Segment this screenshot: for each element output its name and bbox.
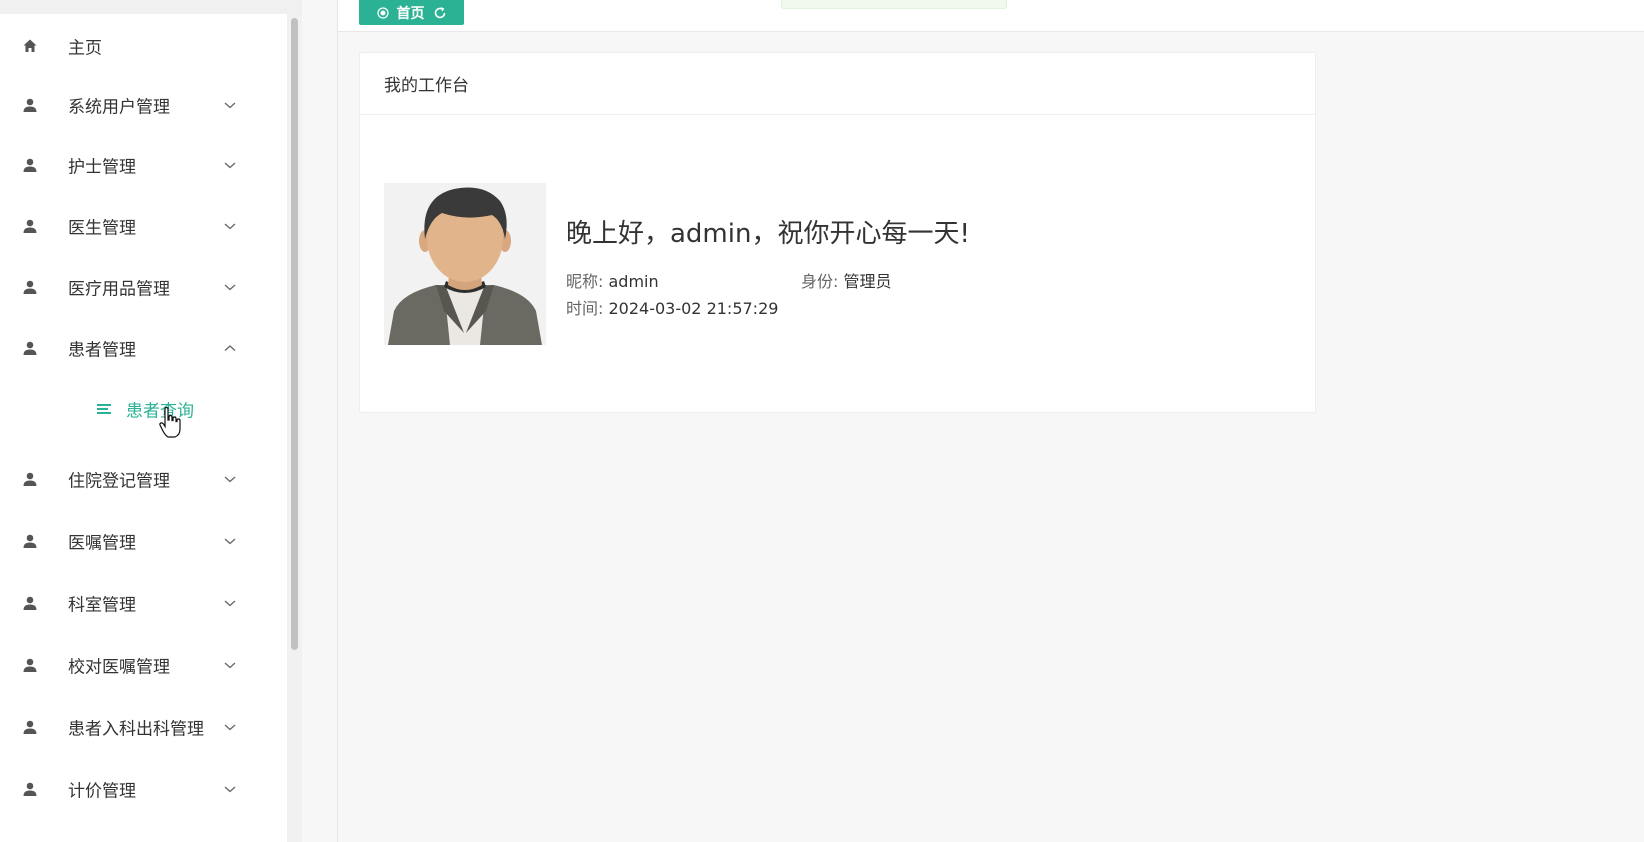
sidebar-top-strip xyxy=(0,0,302,14)
role-row: 身份: 管理员 xyxy=(801,268,892,292)
user-icon xyxy=(23,596,37,610)
hand-cursor-icon xyxy=(159,407,181,438)
role-value: 管理员 xyxy=(843,272,892,291)
user-icon xyxy=(23,472,37,486)
sidebar-item-doctors[interactable]: 医生管理 xyxy=(0,195,287,257)
sidebar-item-nurses[interactable]: 护士管理 xyxy=(0,134,287,196)
time-row: 时间: 2024-03-02 21:57:29 xyxy=(566,295,778,319)
user-icon xyxy=(23,219,37,233)
chevron-down-icon xyxy=(224,223,236,230)
chevron-down-icon xyxy=(224,600,236,607)
user-icon xyxy=(23,158,37,172)
sidebar: 主页 系统用户管理 护士管理 医生管理 医疗用品管理 患者管理 患者查询 住院登… xyxy=(0,14,302,842)
list-icon xyxy=(97,404,111,414)
card-title: 我的工作台 xyxy=(360,53,1315,115)
sidebar-item-label: 系统用户管理 xyxy=(68,97,170,118)
user-icon xyxy=(23,98,37,112)
user-icon xyxy=(23,534,37,548)
radio-dot-icon xyxy=(376,6,389,19)
chevron-up-icon xyxy=(224,345,236,351)
nickname-value: admin xyxy=(608,272,659,291)
sidebar-item-patients[interactable]: 患者管理 xyxy=(0,317,287,379)
greeting-text: 晚上好，admin，祝你开心每一天! xyxy=(566,219,970,249)
sidebar-item-label: 科室管理 xyxy=(68,595,136,616)
user-icon xyxy=(23,720,37,734)
sidebar-item-label: 校对医嘱管理 xyxy=(68,657,170,678)
sidebar-item-medical-supplies[interactable]: 医疗用品管理 xyxy=(0,256,287,318)
time-value: 2024-03-02 21:57:29 xyxy=(608,299,779,318)
sidebar-item-order-verification[interactable]: 校对医嘱管理 xyxy=(0,634,287,696)
user-icon xyxy=(23,341,37,355)
nickname-label: 昵称: xyxy=(566,272,604,291)
chevron-down-icon xyxy=(224,724,236,731)
sidebar-subitem-patient-query[interactable]: 患者查询 xyxy=(0,378,287,440)
sidebar-item-label: 计价管理 xyxy=(68,781,136,802)
sidebar-item-departments[interactable]: 科室管理 xyxy=(0,572,287,634)
sidebar-scrollbar-thumb[interactable] xyxy=(291,18,298,650)
user-icon xyxy=(23,658,37,672)
sidebar-item-home[interactable]: 主页 xyxy=(0,15,287,77)
sidebar-item-admission-registration[interactable]: 住院登记管理 xyxy=(0,448,287,510)
time-label: 时间: xyxy=(566,299,604,318)
sidebar-item-patient-transfer[interactable]: 患者入科出科管理 xyxy=(0,696,287,758)
chevron-down-icon xyxy=(224,102,236,109)
nickname-row: 昵称: admin xyxy=(566,268,659,292)
chevron-down-icon xyxy=(224,162,236,169)
sidebar-item-label: 住院登记管理 xyxy=(68,471,170,492)
chevron-down-icon xyxy=(224,786,236,793)
user-icon xyxy=(23,782,37,796)
tab-home[interactable]: 首页 xyxy=(359,0,464,25)
avatar xyxy=(384,183,546,345)
sidebar-item-pricing[interactable]: 计价管理 xyxy=(0,758,287,820)
tab-home-label: 首页 xyxy=(396,5,425,22)
app-root: 主页 系统用户管理 护士管理 医生管理 医疗用品管理 患者管理 患者查询 住院登… xyxy=(0,0,1644,842)
chevron-down-icon xyxy=(224,662,236,669)
sidebar-item-label: 患者管理 xyxy=(68,340,136,361)
chevron-down-icon xyxy=(224,538,236,545)
sidebar-item-label: 护士管理 xyxy=(68,157,136,178)
sidebar-item-medical-orders[interactable]: 医嘱管理 xyxy=(0,510,287,572)
sidebar-item-label: 医生管理 xyxy=(68,218,136,239)
toast-notification xyxy=(781,0,1007,9)
role-label: 身份: xyxy=(801,272,839,291)
sidebar-item-label: 患者入科出科管理 xyxy=(68,719,204,740)
sidebar-item-label: 医疗用品管理 xyxy=(68,279,170,300)
home-icon xyxy=(23,39,37,52)
sidebar-item-label: 医嘱管理 xyxy=(68,533,136,554)
refresh-icon[interactable] xyxy=(433,6,447,20)
user-icon xyxy=(23,280,37,294)
chevron-down-icon xyxy=(224,284,236,291)
chevron-down-icon xyxy=(224,476,236,483)
sidebar-item-label: 主页 xyxy=(68,38,102,59)
workspace-card: 我的工作台 晚上好，admin，祝你开心每一天! 昵称: admin 身份: 管… xyxy=(359,52,1316,413)
sidebar-item-system-users[interactable]: 系统用户管理 xyxy=(0,74,287,136)
divider xyxy=(337,0,338,842)
